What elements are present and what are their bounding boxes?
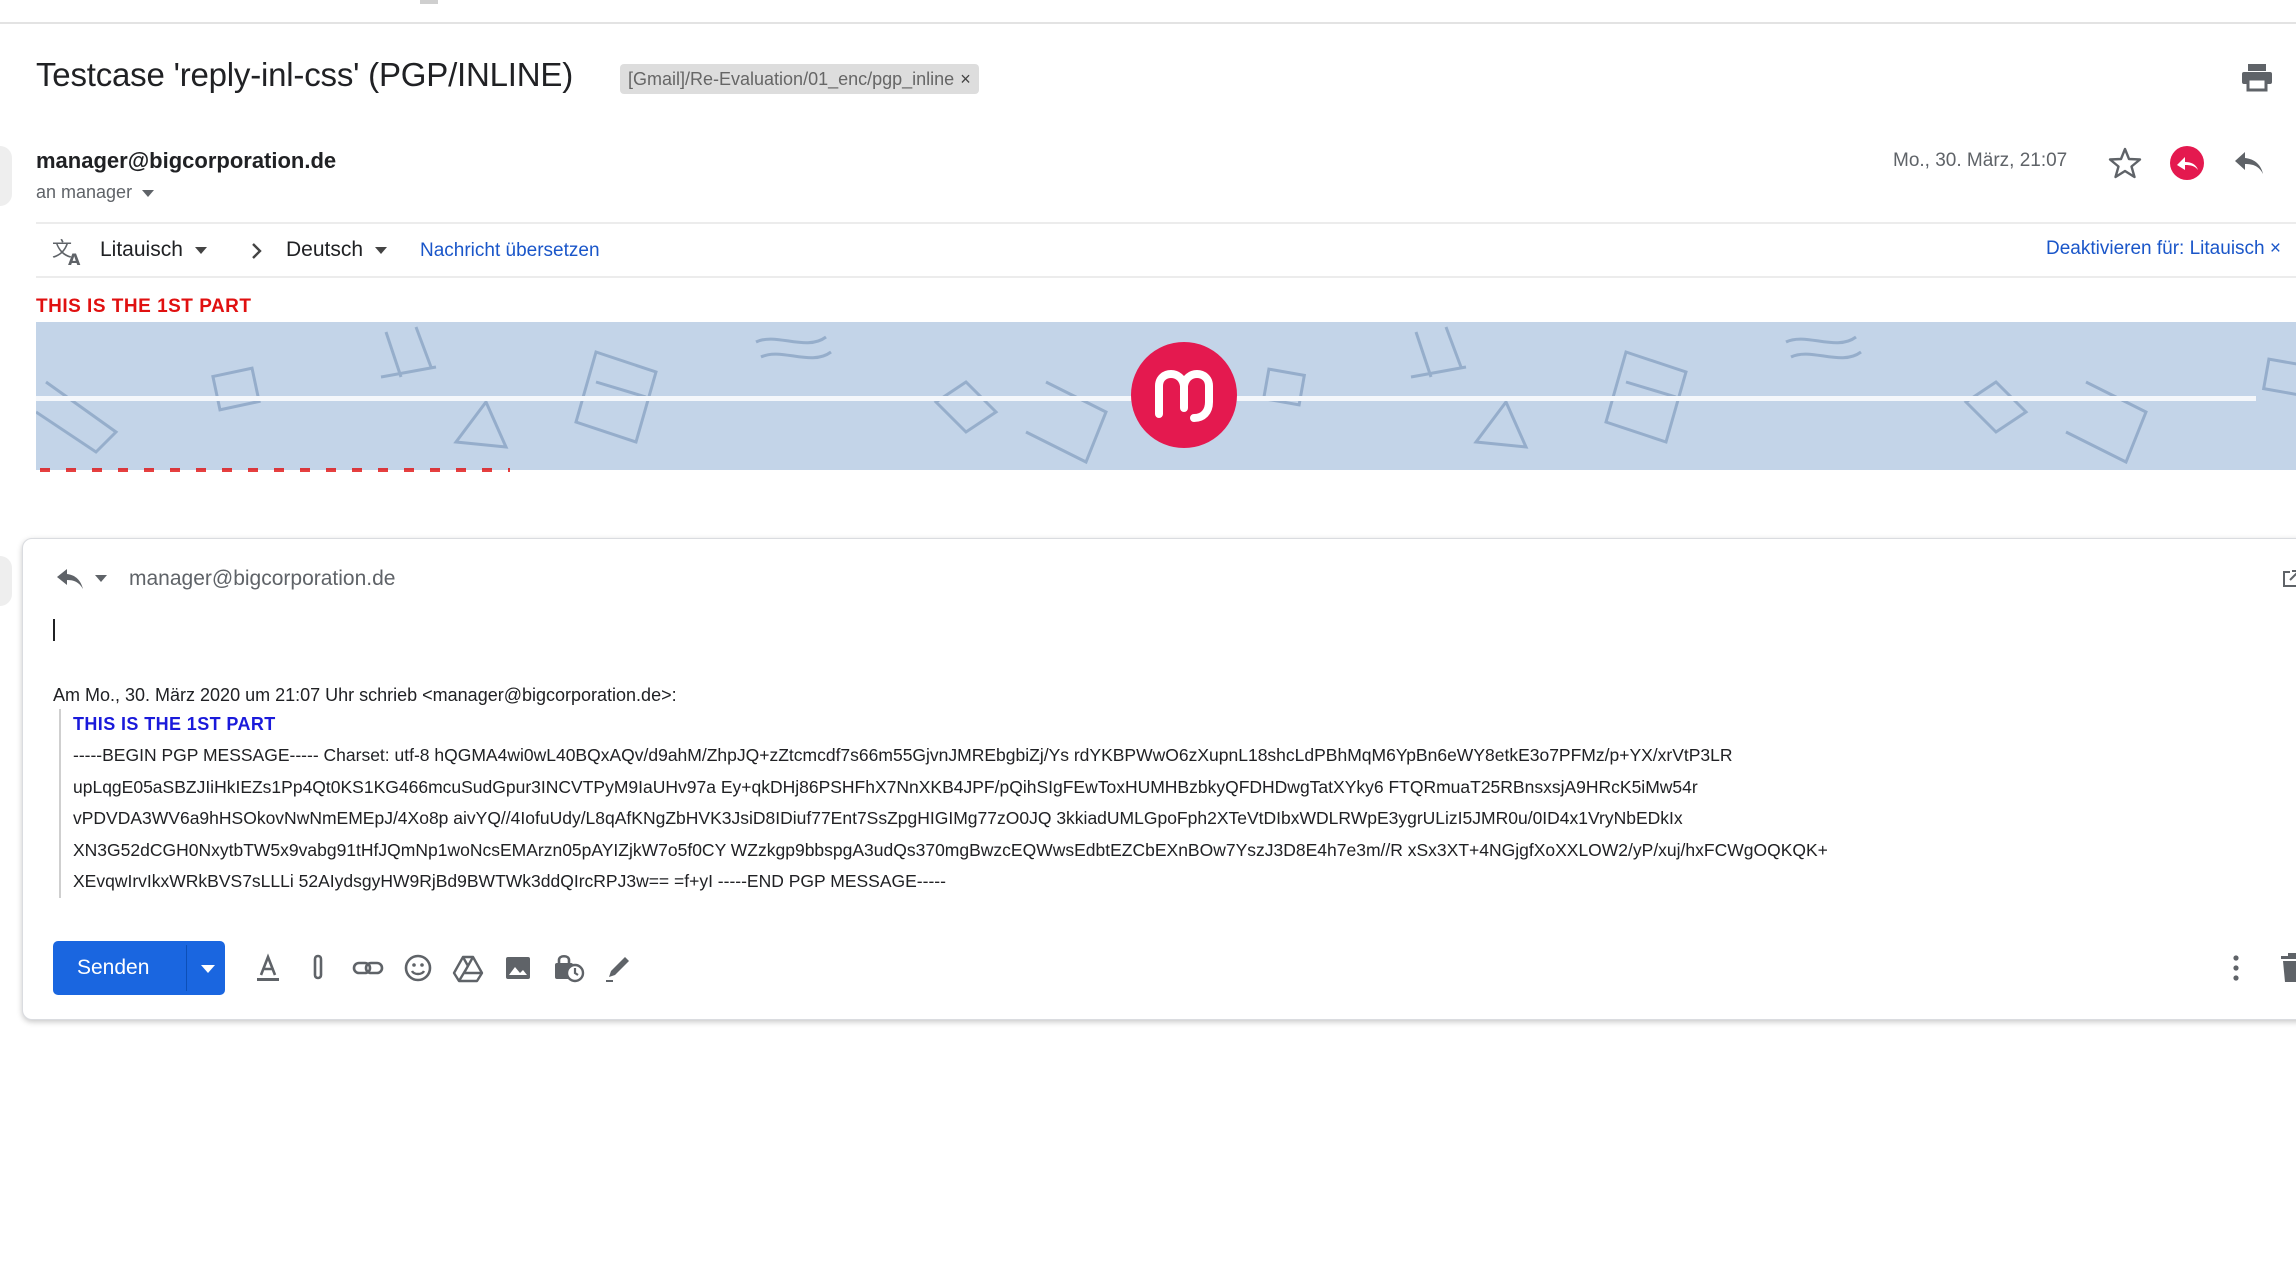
- first-part-text: THIS IS THE 1ST PART: [36, 296, 252, 317]
- signature-pen-icon[interactable]: [601, 951, 635, 985]
- popout-icon[interactable]: [2281, 569, 2296, 589]
- target-language-select[interactable]: Deutsch: [286, 238, 388, 262]
- confidential-mode-icon[interactable]: [551, 951, 585, 985]
- sender-avatar: [0, 146, 12, 206]
- print-icon[interactable]: [2240, 62, 2274, 92]
- mailvelope-encrypted-banner[interactable]: [36, 322, 2296, 470]
- more-options-icon[interactable]: [2231, 953, 2241, 983]
- compose-avatar: [0, 556, 12, 606]
- quoted-pgp-line: XEvqwIrvIkxWRkBVS7sLLLi 52AIydsgyHW9RjBd…: [73, 871, 946, 891]
- label-chip-text: [Gmail]/Re-Evaluation/01_enc/pgp_inline: [628, 69, 955, 89]
- recipient-field[interactable]: manager@bigcorporation.de: [129, 567, 395, 591]
- header-separator: [36, 222, 2296, 224]
- google-drive-icon[interactable]: [451, 951, 485, 985]
- translate-message-link[interactable]: Nachricht übersetzen: [420, 240, 600, 262]
- email-subject: Testcase 'reply-inl-css' (PGP/INLINE): [36, 56, 573, 93]
- quoted-first-part: THIS IS THE 1ST PART: [73, 714, 276, 734]
- chevron-down-icon: [194, 246, 207, 254]
- insert-photo-icon[interactable]: [501, 951, 535, 985]
- hidden-red-text-fragment: [40, 468, 510, 472]
- message-date: Mo., 30. März, 21:07: [1893, 150, 2068, 171]
- source-language-label: Litauisch: [100, 238, 183, 261]
- text-cursor[interactable]: [53, 619, 55, 641]
- chevron-right-icon: [252, 243, 262, 259]
- reply-icon[interactable]: [2232, 148, 2266, 178]
- chevron-down-icon[interactable]: [142, 189, 155, 197]
- svg-text:A: A: [68, 250, 81, 266]
- deactivate-translation-link[interactable]: Deaktivieren für: Litauisch ×: [2046, 238, 2281, 260]
- quoted-pgp-line: XN3G52dCGH0NxytbTW5x9vabg91tHfJQmNp1woNc…: [73, 839, 1828, 860]
- chevron-down-icon: [375, 246, 388, 254]
- mailvelope-logo-glyph: [1155, 369, 1213, 422]
- text-format-icon[interactable]: [251, 951, 285, 985]
- send-button-label: Senden: [77, 956, 150, 979]
- target-language-label: Deutsch: [286, 238, 364, 261]
- source-language-select[interactable]: Litauisch: [100, 238, 207, 262]
- quoted-message: THIS IS THE 1ST PART -----BEGIN PGP MESS…: [59, 709, 2243, 898]
- insert-link-icon[interactable]: [351, 951, 385, 985]
- top-divider: [0, 22, 2296, 24]
- translate-icon: 文 A: [52, 237, 81, 266]
- reply-compose-box[interactable]: manager@bigcorporation.de Am Mo., 30. Mä…: [22, 538, 2296, 1020]
- send-options-chevron-down-icon[interactable]: [201, 965, 215, 973]
- recipient-text: an manager: [36, 182, 133, 202]
- attach-file-icon[interactable]: [301, 951, 335, 985]
- star-icon[interactable]: [2108, 146, 2142, 180]
- quoted-pgp-line: vPDVDA3WV6a9hHSOkovNwNmEMEpJ/4Xo8p aivYQ…: [73, 808, 1683, 828]
- send-button[interactable]: Senden: [53, 941, 225, 995]
- reply-type-chevron-down-icon[interactable]: [95, 575, 107, 582]
- label-chip[interactable]: [Gmail]/Re-Evaluation/01_enc/pgp_inline ×: [620, 64, 979, 94]
- label-chip-remove-button[interactable]: ×: [960, 69, 971, 89]
- quote-header: Am Mo., 30. März 2020 um 21:07 Uhr schri…: [53, 685, 677, 705]
- top-edge-fragment: [420, 0, 438, 4]
- translate-bar-separator: [36, 276, 2296, 278]
- discard-draft-icon[interactable]: [2277, 951, 2296, 985]
- emoji-icon[interactable]: [401, 951, 435, 985]
- quoted-pgp-line: upLqgE05aSBZJIiHkIEZs1Pp4Qt0KS1KG466mcuS…: [73, 776, 1698, 797]
- send-button-divider: [186, 945, 187, 991]
- mailvelope-logo: [1131, 342, 1237, 448]
- quoted-pgp-line: -----BEGIN PGP MESSAGE----- Charset: utf…: [73, 745, 1733, 765]
- mailvelope-icon[interactable]: [2169, 145, 2205, 181]
- reply-icon[interactable]: [55, 565, 85, 593]
- sender-email[interactable]: manager@bigcorporation.de: [36, 148, 336, 174]
- recipient-line[interactable]: an manager: [36, 182, 155, 203]
